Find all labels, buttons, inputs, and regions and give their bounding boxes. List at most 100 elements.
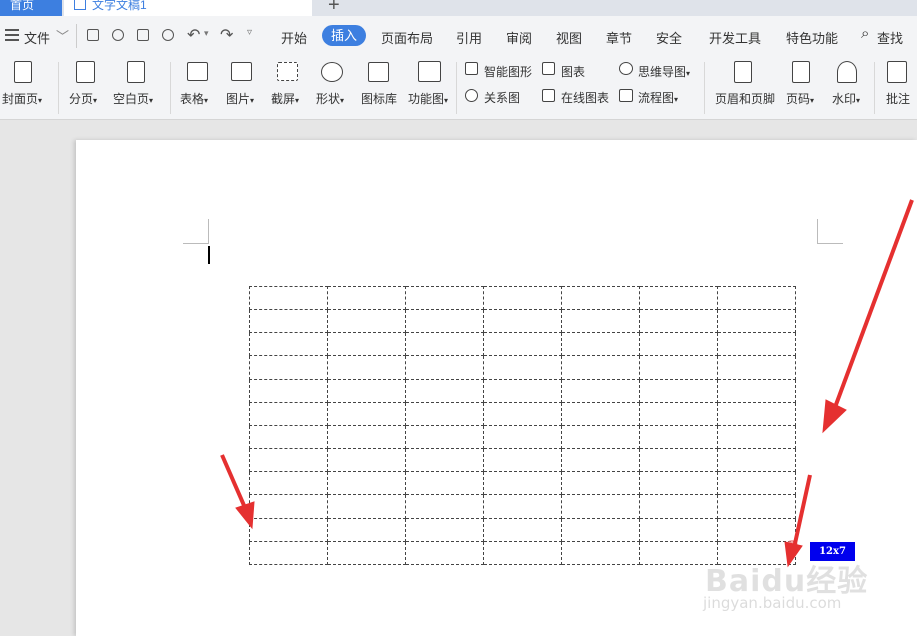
table-cell[interactable] — [405, 355, 484, 380]
table-cell[interactable] — [483, 448, 562, 473]
table-cell[interactable] — [717, 424, 796, 450]
table-cell[interactable] — [483, 378, 562, 403]
page-break-button[interactable]: 分页▾ — [69, 90, 97, 107]
table-cell[interactable] — [483, 494, 562, 519]
mind-map-button[interactable]: 思维导图▾ — [638, 63, 690, 80]
table-cell[interactable] — [717, 309, 796, 334]
table-row[interactable] — [249, 494, 796, 519]
table-cell[interactable] — [405, 378, 484, 403]
table-cell[interactable] — [717, 378, 796, 403]
table-cell[interactable] — [405, 448, 484, 473]
screenshot-button[interactable]: 截屏▾ — [271, 90, 299, 107]
table-cell[interactable] — [249, 401, 328, 426]
table-cell[interactable] — [327, 378, 406, 403]
shape-button[interactable]: 形状▾ — [316, 90, 344, 107]
table-cell[interactable] — [327, 517, 406, 542]
table-cell[interactable] — [639, 424, 718, 450]
print-preview-icon[interactable] — [162, 29, 174, 41]
table-cell[interactable] — [639, 471, 718, 496]
new-tab-button[interactable]: + — [328, 0, 340, 17]
table-cell[interactable] — [639, 378, 718, 403]
table-cell[interactable] — [483, 309, 562, 334]
table-row[interactable] — [249, 517, 796, 542]
cover-page-button[interactable]: 封面页▾ — [2, 90, 42, 107]
table-cell[interactable] — [327, 540, 406, 566]
save-icon[interactable] — [87, 29, 99, 41]
table-button[interactable]: 表格▾ — [180, 90, 208, 107]
table-cell[interactable] — [327, 355, 406, 380]
table-cell[interactable] — [561, 355, 640, 380]
table-cell[interactable] — [249, 355, 328, 380]
undo-icon[interactable]: ↶ — [187, 25, 200, 45]
table-cell[interactable] — [249, 378, 328, 403]
table-cell[interactable] — [405, 285, 484, 311]
table-cell[interactable] — [405, 424, 484, 450]
table-cell[interactable] — [639, 332, 718, 357]
table-cell[interactable] — [327, 471, 406, 496]
table-cell[interactable] — [249, 309, 328, 334]
table-cell[interactable] — [249, 517, 328, 542]
comment-button[interactable]: 批注 — [886, 90, 910, 107]
table-cell[interactable] — [639, 285, 718, 311]
menu-chapter[interactable]: 章节 — [606, 28, 632, 47]
table-cell[interactable] — [483, 471, 562, 496]
table-cell[interactable] — [249, 471, 328, 496]
table-cell[interactable] — [717, 285, 796, 311]
search-icon[interactable]: ⌕ — [861, 25, 869, 42]
table-cell[interactable] — [717, 332, 796, 357]
table-cell[interactable] — [405, 517, 484, 542]
table-cell[interactable] — [405, 309, 484, 334]
table-cell[interactable] — [249, 448, 328, 473]
table-cell[interactable] — [717, 517, 796, 542]
table-cell[interactable] — [561, 285, 640, 311]
table-cell[interactable] — [717, 355, 796, 380]
page-number-button[interactable]: 页码▾ — [786, 90, 814, 107]
menu-view[interactable]: 视图 — [556, 28, 582, 47]
table-cell[interactable] — [405, 471, 484, 496]
table-cell[interactable] — [249, 494, 328, 519]
watermark-button[interactable]: 水印▾ — [832, 90, 860, 107]
table-row[interactable] — [249, 332, 796, 357]
table-cell[interactable] — [639, 355, 718, 380]
table-cell[interactable] — [561, 424, 640, 450]
menu-start[interactable]: 开始 — [281, 28, 307, 47]
relation-chart-button[interactable]: 关系图 — [484, 89, 520, 106]
table-cell[interactable] — [561, 378, 640, 403]
table-cell[interactable] — [639, 401, 718, 426]
tab-home[interactable]: 首页 — [0, 0, 62, 16]
table-cell[interactable] — [327, 401, 406, 426]
table-cell[interactable] — [327, 332, 406, 357]
menu-review[interactable]: 审阅 — [506, 28, 532, 47]
table-row[interactable] — [249, 424, 796, 450]
menu-layout[interactable]: 页面布局 — [381, 28, 433, 47]
table-cell[interactable] — [561, 471, 640, 496]
table-cell[interactable] — [327, 285, 406, 311]
menu-reference[interactable]: 引用 — [456, 28, 482, 47]
table-cell[interactable] — [717, 471, 796, 496]
icon-library-button[interactable]: 图标库 — [361, 90, 397, 107]
menu-features[interactable]: 特色功能 — [786, 28, 838, 47]
table-cell[interactable] — [639, 309, 718, 334]
table-cell[interactable] — [249, 332, 328, 357]
table-cell[interactable] — [249, 424, 328, 450]
redo-icon[interactable]: ↷ — [220, 25, 233, 45]
table-cell[interactable] — [405, 332, 484, 357]
table-cell[interactable] — [561, 332, 640, 357]
table-cell[interactable] — [561, 494, 640, 519]
header-footer-button[interactable]: 页眉和页脚 — [715, 90, 775, 107]
table-cell[interactable] — [561, 401, 640, 426]
menu-file[interactable]: 文件 — [24, 28, 50, 47]
menu-insert[interactable]: 插入 — [322, 25, 366, 46]
table-cell[interactable] — [483, 424, 562, 450]
chevron-down-icon[interactable]: ﹀ — [56, 26, 69, 45]
menu-developer[interactable]: 开发工具 — [709, 28, 761, 47]
table-cell[interactable] — [561, 517, 640, 542]
table-cell[interactable] — [561, 448, 640, 473]
table-cell[interactable] — [717, 448, 796, 473]
table-cell[interactable] — [405, 401, 484, 426]
table-cell[interactable] — [249, 540, 328, 566]
table-cell[interactable] — [327, 309, 406, 334]
table-cell[interactable] — [483, 517, 562, 542]
table-cell[interactable] — [717, 494, 796, 519]
table-cell[interactable] — [561, 540, 640, 566]
